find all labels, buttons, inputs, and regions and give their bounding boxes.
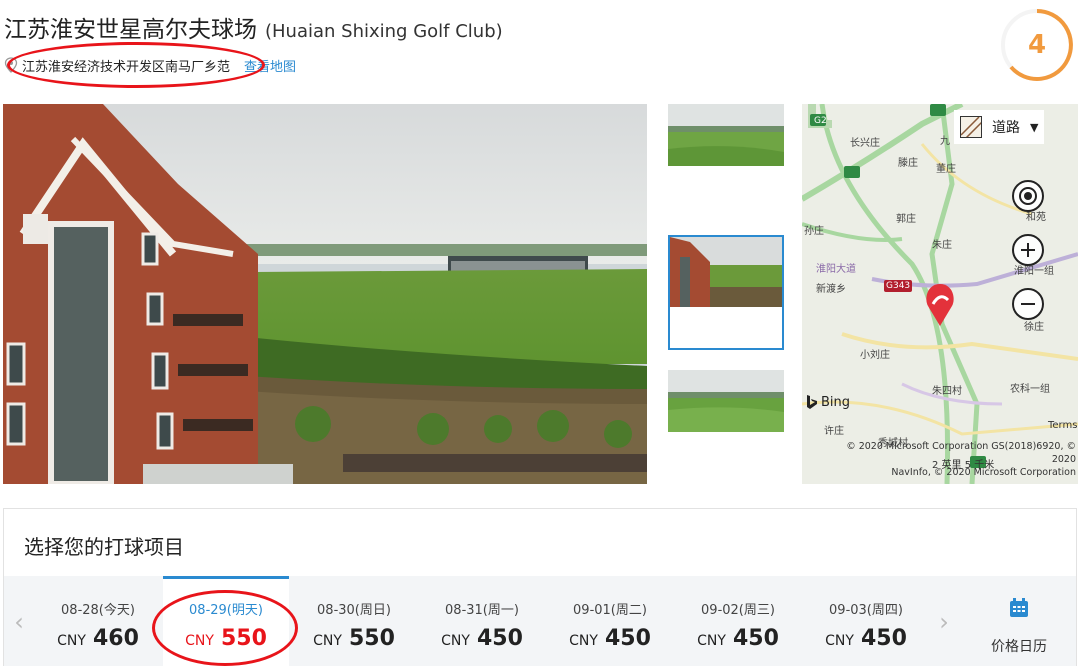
- price: CNY 550: [163, 626, 289, 651]
- currency: CNY: [825, 633, 854, 649]
- date-label: 08-31(周一): [445, 603, 519, 618]
- title-english: (Huaian Shixing Golf Club): [265, 21, 503, 42]
- price-amount: 450: [732, 626, 779, 651]
- bing-icon: [807, 395, 817, 409]
- price: CNY 450: [419, 626, 545, 651]
- date-option-selected[interactable]: 08-29(明天) CNY 550: [163, 576, 289, 666]
- zoom-in-button[interactable]: [1012, 234, 1044, 266]
- map-label: 许庄: [824, 426, 844, 437]
- next-dates-button[interactable]: ›: [929, 576, 959, 666]
- map-scale: 2 英里 5 千米: [932, 460, 995, 471]
- location-pin-icon: [4, 57, 18, 73]
- photo-thumbnail[interactable]: [668, 370, 784, 432]
- map-label: 九: [940, 136, 950, 147]
- map-label: 长兴庄: [850, 138, 880, 149]
- map-style-dropdown[interactable]: 道路 ▼: [954, 110, 1044, 144]
- date-label: 08-30(周日): [317, 603, 391, 618]
- date-option[interactable]: 08-28(今天) CNY 460: [35, 576, 161, 666]
- price-amount: 460: [92, 626, 139, 651]
- price-amount: 450: [476, 626, 523, 651]
- map-label: 孙庄: [804, 226, 824, 237]
- price: CNY 450: [803, 626, 929, 651]
- date-option[interactable]: 09-03(周四) CNY 450: [803, 576, 929, 666]
- booking-section: 选择您的打球项目 ‹ 08-28(今天) CNY 460 08-29(明天) C…: [3, 508, 1077, 666]
- price-calendar-button[interactable]: 价格日历: [962, 576, 1076, 666]
- map-label: 淮阳大道: [816, 264, 856, 275]
- title-chinese: 江苏淮安世星高尔夫球场: [4, 17, 257, 43]
- price: CNY 450: [675, 626, 801, 651]
- date-label: 09-01(周二): [573, 603, 647, 618]
- price-amount: 550: [220, 626, 267, 651]
- page-title: 江苏淮安世星高尔夫球场 (Huaian Shixing Golf Club): [4, 10, 503, 43]
- currency: CNY: [185, 633, 214, 649]
- date-option[interactable]: 08-31(周一) CNY 450: [419, 576, 545, 666]
- price-amount: 450: [604, 626, 651, 651]
- map-label: 农科一组: [1010, 384, 1050, 395]
- date-option[interactable]: 09-02(周三) CNY 450: [675, 576, 801, 666]
- zoom-out-button[interactable]: [1012, 288, 1044, 320]
- date-label: 08-29(明天): [189, 603, 263, 618]
- price: CNY 450: [547, 626, 673, 651]
- currency: CNY: [697, 633, 726, 649]
- photo-thumbnail-selected[interactable]: [668, 235, 784, 350]
- map-label: 新渡乡: [816, 284, 846, 295]
- photo-thumbnail[interactable]: [668, 104, 784, 166]
- map-label: 朱四村: [932, 386, 962, 397]
- map-provider: Bing: [821, 394, 851, 410]
- map-label: 滕庄: [898, 158, 918, 169]
- price: CNY 460: [35, 626, 161, 651]
- score-value: 4: [1027, 30, 1047, 60]
- map-style-swatch-icon: [960, 116, 982, 138]
- price: CNY 550: [291, 626, 417, 651]
- date-label: 08-28(今天): [61, 603, 135, 618]
- address-text: 江苏淮安经济技术开发区南马厂乡范: [22, 59, 231, 75]
- date-selector: ‹ 08-28(今天) CNY 460 08-29(明天) CNY 550 08…: [4, 576, 1076, 666]
- map-label: 郭庄: [896, 214, 916, 225]
- view-map-link[interactable]: 查看地图: [244, 56, 296, 75]
- date-option[interactable]: 09-01(周二) CNY 450: [547, 576, 673, 666]
- chevron-right-icon: ›: [939, 607, 949, 636]
- previous-dates-button[interactable]: ‹: [4, 576, 34, 666]
- map-label: 小刘庄: [860, 350, 890, 361]
- address-row: 江苏淮安经济技术开发区南马厂乡范 查看地图: [4, 55, 296, 75]
- map-terms-link[interactable]: Terms: [1048, 420, 1077, 431]
- locate-me-button[interactable]: [1012, 180, 1044, 212]
- map-label: G343: [886, 281, 911, 291]
- map-label: 朱庄: [932, 240, 952, 251]
- map-label: 徐庄: [1024, 322, 1044, 333]
- chevron-left-icon: ‹: [14, 607, 24, 636]
- location-map[interactable]: 长兴庄 九 滕庄 董庄 孙庄 郭庄 朱庄 淮阳大道 新渡乡 小刘庄 朱四村 农科…: [802, 104, 1078, 484]
- currency: CNY: [313, 633, 342, 649]
- currency: CNY: [569, 633, 598, 649]
- date-label: 09-02(周三): [701, 603, 775, 618]
- map-style-label: 道路: [992, 120, 1020, 136]
- map-label: G2: [814, 116, 827, 126]
- currency: CNY: [57, 633, 86, 649]
- map-label: 董庄: [936, 164, 956, 175]
- section-title: 选择您的打球项目: [24, 535, 184, 559]
- price-amount: 550: [348, 626, 395, 651]
- bing-logo: Bing: [806, 394, 850, 410]
- calendar-label: 价格日历: [991, 639, 1047, 655]
- main-course-photo[interactable]: [3, 104, 647, 484]
- chevron-down-icon: ▼: [1030, 120, 1039, 134]
- price-amount: 450: [860, 626, 907, 651]
- currency: CNY: [441, 633, 470, 649]
- score-badge: 4: [998, 6, 1076, 84]
- date-label: 09-03(周四): [829, 603, 903, 618]
- date-option[interactable]: 08-30(周日) CNY 550: [291, 576, 417, 666]
- calendar-icon: [1009, 598, 1029, 618]
